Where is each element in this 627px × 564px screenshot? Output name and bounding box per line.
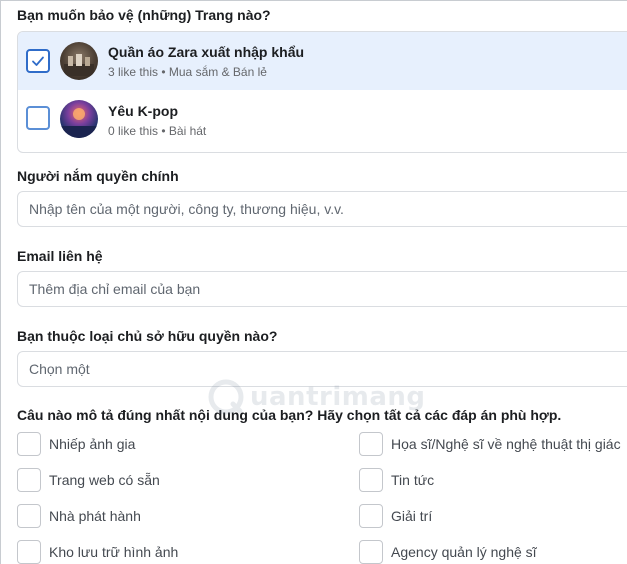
option-checkbox[interactable] <box>359 504 383 528</box>
option-checkbox[interactable] <box>17 468 41 492</box>
option-image-archive[interactable]: Kho lưu trữ hình ảnh <box>17 540 178 564</box>
option-publisher[interactable]: Nhà phát hành <box>17 504 141 528</box>
option-artist-agency[interactable]: Agency quản lý nghệ sĩ <box>359 540 537 564</box>
owner-label: Người nắm quyền chính <box>17 168 179 184</box>
option-entertainment[interactable]: Giải trí <box>359 504 432 528</box>
owner-type-label: Bạn thuộc loại chủ sở hữu quyền nào? <box>17 328 278 344</box>
page-checkbox-kpop[interactable] <box>26 106 50 130</box>
page-avatar-kpop <box>60 100 98 138</box>
option-label: Agency quản lý nghệ sĩ <box>391 544 537 560</box>
option-label: Nhà phát hành <box>49 508 141 524</box>
option-label: Trang web có sẵn <box>49 472 160 488</box>
option-label: Kho lưu trữ hình ảnh <box>49 544 179 560</box>
protect-pages-question: Bạn muốn bảo vệ (những) Trang nào? <box>17 7 271 23</box>
page-item-zara[interactable]: Quần áo Zara xuất nhập khẩu 3 like this … <box>18 32 627 90</box>
copyright-form: Bạn muốn bảo vệ (những) Trang nào? Quần … <box>0 0 627 564</box>
option-checkbox[interactable] <box>17 504 41 528</box>
owner-type-select[interactable]: Chọn một <box>17 351 627 387</box>
option-checkbox[interactable] <box>359 468 383 492</box>
check-icon <box>32 56 44 66</box>
option-existing-website[interactable]: Trang web có sẵn <box>17 468 160 492</box>
page-meta-kpop: 0 like this • Bài hát <box>108 124 207 138</box>
option-visual-artist[interactable]: Họa sĩ/Nghệ sĩ về nghệ thuật thị giác <box>359 432 621 456</box>
option-photographer[interactable]: Nhiếp ảnh gia <box>17 432 135 456</box>
page-name-kpop: Yêu K-pop <box>108 103 178 119</box>
option-checkbox[interactable] <box>17 540 41 564</box>
owner-input[interactable] <box>17 191 627 227</box>
option-news[interactable]: Tin tức <box>359 468 434 492</box>
option-checkbox[interactable] <box>359 540 383 564</box>
page-checkbox-zara[interactable] <box>26 49 50 73</box>
option-label: Tin tức <box>391 472 435 488</box>
email-label: Email liên hệ <box>17 248 103 264</box>
option-label: Giải trí <box>391 508 433 524</box>
option-checkbox[interactable] <box>359 432 383 456</box>
page-avatar-zara <box>60 42 98 80</box>
content-type-question: Câu nào mô tả đúng nhất nội dung của bạn… <box>17 407 562 423</box>
page-name-zara: Quần áo Zara xuất nhập khẩu <box>108 44 305 60</box>
page-meta-zara: 3 like this • Mua sắm & Bán lẻ <box>108 65 267 79</box>
option-checkbox[interactable] <box>17 432 41 456</box>
page-item-kpop[interactable]: Yêu K-pop 0 like this • Bài hát <box>18 90 627 152</box>
owner-type-selected-value: Chọn một <box>29 361 90 377</box>
option-label: Nhiếp ảnh gia <box>49 436 136 452</box>
page-list: Quần áo Zara xuất nhập khẩu 3 like this … <box>17 31 627 153</box>
email-input[interactable] <box>17 271 627 307</box>
option-label: Họa sĩ/Nghệ sĩ về nghệ thuật thị giác <box>391 436 621 452</box>
